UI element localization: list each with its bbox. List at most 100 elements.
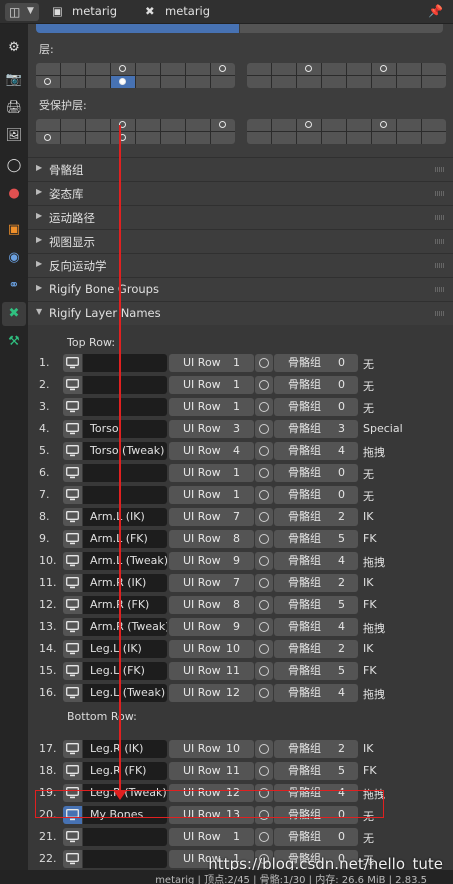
layer-toggle[interactable]: [397, 132, 421, 144]
radio-toggle[interactable]: [255, 530, 273, 548]
panel-header[interactable]: ▼ Rigify Layer Names: [28, 301, 453, 324]
radio-toggle[interactable]: [255, 552, 273, 570]
editor-type-menu[interactable]: ◫ ▼: [5, 3, 39, 21]
radio-toggle[interactable]: [255, 464, 273, 482]
layer-toggle[interactable]: [186, 132, 210, 144]
panel-header[interactable]: ▶ Rigify Bone Groups: [28, 277, 453, 300]
layer-toggle[interactable]: [36, 132, 60, 144]
layer-name-field[interactable]: Arm.L (IK): [83, 508, 167, 526]
ui-row-field[interactable]: UI Row 7: [169, 508, 254, 526]
layer-toggle[interactable]: [186, 63, 210, 75]
layer-name-field[interactable]: Leg.L (FK): [83, 662, 167, 680]
world-tab-icon[interactable]: ●: [2, 182, 26, 206]
radio-toggle[interactable]: [255, 596, 273, 614]
layer-name-field[interactable]: Arm.R (FK): [83, 596, 167, 614]
render-tab-icon[interactable]: 📷: [2, 68, 26, 92]
layer-toggle[interactable]: [36, 76, 60, 88]
radio-toggle[interactable]: [255, 398, 273, 416]
layer-grid-right[interactable]: [247, 63, 446, 88]
layer-toggle[interactable]: [61, 132, 85, 144]
bone-group-field[interactable]: 骨骼组 5: [274, 596, 358, 614]
layer-toggle[interactable]: [247, 76, 271, 88]
physics-tab-icon[interactable]: ◉: [2, 246, 26, 270]
ui-row-field[interactable]: UI Row 1: [169, 376, 254, 394]
layer-toggle[interactable]: [86, 132, 110, 144]
layer-toggle[interactable]: [297, 63, 321, 75]
layer-toggle[interactable]: [297, 119, 321, 131]
layer-toggle[interactable]: [297, 132, 321, 144]
tab-rest-position[interactable]: [240, 24, 443, 33]
panel-header[interactable]: ▶ 姿态库: [28, 181, 453, 204]
radio-toggle[interactable]: [255, 376, 273, 394]
monitor-icon[interactable]: [63, 486, 82, 504]
layer-name-field[interactable]: [83, 464, 167, 482]
ui-row-field[interactable]: UI Row 1: [169, 464, 254, 482]
bone-group-field[interactable]: 骨骼组 3: [274, 420, 358, 438]
bone-group-field[interactable]: 骨骼组 0: [274, 398, 358, 416]
radio-toggle[interactable]: [255, 354, 273, 372]
bone-tab-icon[interactable]: ⚒: [2, 330, 26, 354]
layer-toggle[interactable]: [86, 63, 110, 75]
layer-name-field[interactable]: Arm.R (Tweak): [83, 618, 167, 636]
monitor-icon[interactable]: [63, 596, 82, 614]
layer-toggle[interactable]: [272, 63, 296, 75]
breadcrumb-armature[interactable]: ✖ metarig: [145, 4, 210, 18]
layer-toggle[interactable]: [247, 132, 271, 144]
layer-toggle[interactable]: [372, 132, 396, 144]
monitor-icon[interactable]: [63, 850, 82, 868]
layer-toggle[interactable]: [61, 76, 85, 88]
radio-toggle[interactable]: [255, 574, 273, 592]
bone-group-field[interactable]: 骨骼组 2: [274, 740, 358, 758]
panel-header[interactable]: ▶ 骨骼组: [28, 157, 453, 180]
layer-toggle[interactable]: [111, 63, 135, 75]
monitor-icon[interactable]: [63, 662, 82, 680]
layer-name-field[interactable]: Leg.R (IK): [83, 740, 167, 758]
ui-row-field[interactable]: UI Row 3: [169, 420, 254, 438]
drag-handle-icon[interactable]: [435, 263, 445, 268]
radio-toggle[interactable]: [255, 618, 273, 636]
ui-row-field[interactable]: UI Row 8: [169, 530, 254, 548]
ui-row-field[interactable]: UI Row 1: [169, 398, 254, 416]
layer-toggle[interactable]: [347, 119, 371, 131]
layer-name-field[interactable]: Arm.R (IK): [83, 574, 167, 592]
layer-toggle[interactable]: [347, 76, 371, 88]
layer-toggle[interactable]: [322, 76, 346, 88]
breadcrumb-object[interactable]: ▣ metarig: [52, 4, 117, 18]
layer-toggle[interactable]: [422, 76, 446, 88]
layer-toggle[interactable]: [272, 119, 296, 131]
ui-row-field[interactable]: UI Row 9: [169, 618, 254, 636]
monitor-icon[interactable]: [63, 464, 82, 482]
layer-toggle[interactable]: [136, 132, 160, 144]
panel-header[interactable]: ▶ 运动路径: [28, 205, 453, 228]
monitor-icon[interactable]: [63, 640, 82, 658]
layer-toggle[interactable]: [161, 132, 185, 144]
monitor-icon[interactable]: [63, 376, 82, 394]
pin-icon[interactable]: 📌: [428, 4, 443, 18]
layer-toggle[interactable]: [136, 76, 160, 88]
panel-header[interactable]: ▶ 视图显示: [28, 229, 453, 252]
drag-handle-icon[interactable]: [435, 239, 445, 244]
layer-name-field[interactable]: [83, 828, 167, 846]
layer-toggle[interactable]: [397, 63, 421, 75]
radio-toggle[interactable]: [255, 762, 273, 780]
layer-toggle[interactable]: [322, 63, 346, 75]
radio-toggle[interactable]: [255, 684, 273, 702]
ui-row-field[interactable]: UI Row 1: [169, 828, 254, 846]
layer-name-field[interactable]: Leg.L (IK): [83, 640, 167, 658]
layer-toggle[interactable]: [272, 132, 296, 144]
layer-toggle[interactable]: [86, 119, 110, 131]
layer-toggle[interactable]: [211, 132, 235, 144]
ui-row-field[interactable]: UI Row 4: [169, 442, 254, 460]
constraints-tab-icon[interactable]: ⚭: [2, 274, 26, 298]
ui-row-field[interactable]: UI Row 7: [169, 574, 254, 592]
ui-row-field[interactable]: UI Row 10: [169, 740, 254, 758]
radio-toggle[interactable]: [255, 828, 273, 846]
bone-group-field[interactable]: 骨骼组 4: [274, 684, 358, 702]
bone-group-field[interactable]: 骨骼组 4: [274, 552, 358, 570]
layer-toggle[interactable]: [136, 119, 160, 131]
layer-name-field[interactable]: Leg.R (FK): [83, 762, 167, 780]
bone-group-field[interactable]: 骨骼组 5: [274, 762, 358, 780]
layer-toggle[interactable]: [247, 63, 271, 75]
layer-name-field[interactable]: [83, 354, 167, 372]
ui-row-field[interactable]: UI Row 11: [169, 762, 254, 780]
